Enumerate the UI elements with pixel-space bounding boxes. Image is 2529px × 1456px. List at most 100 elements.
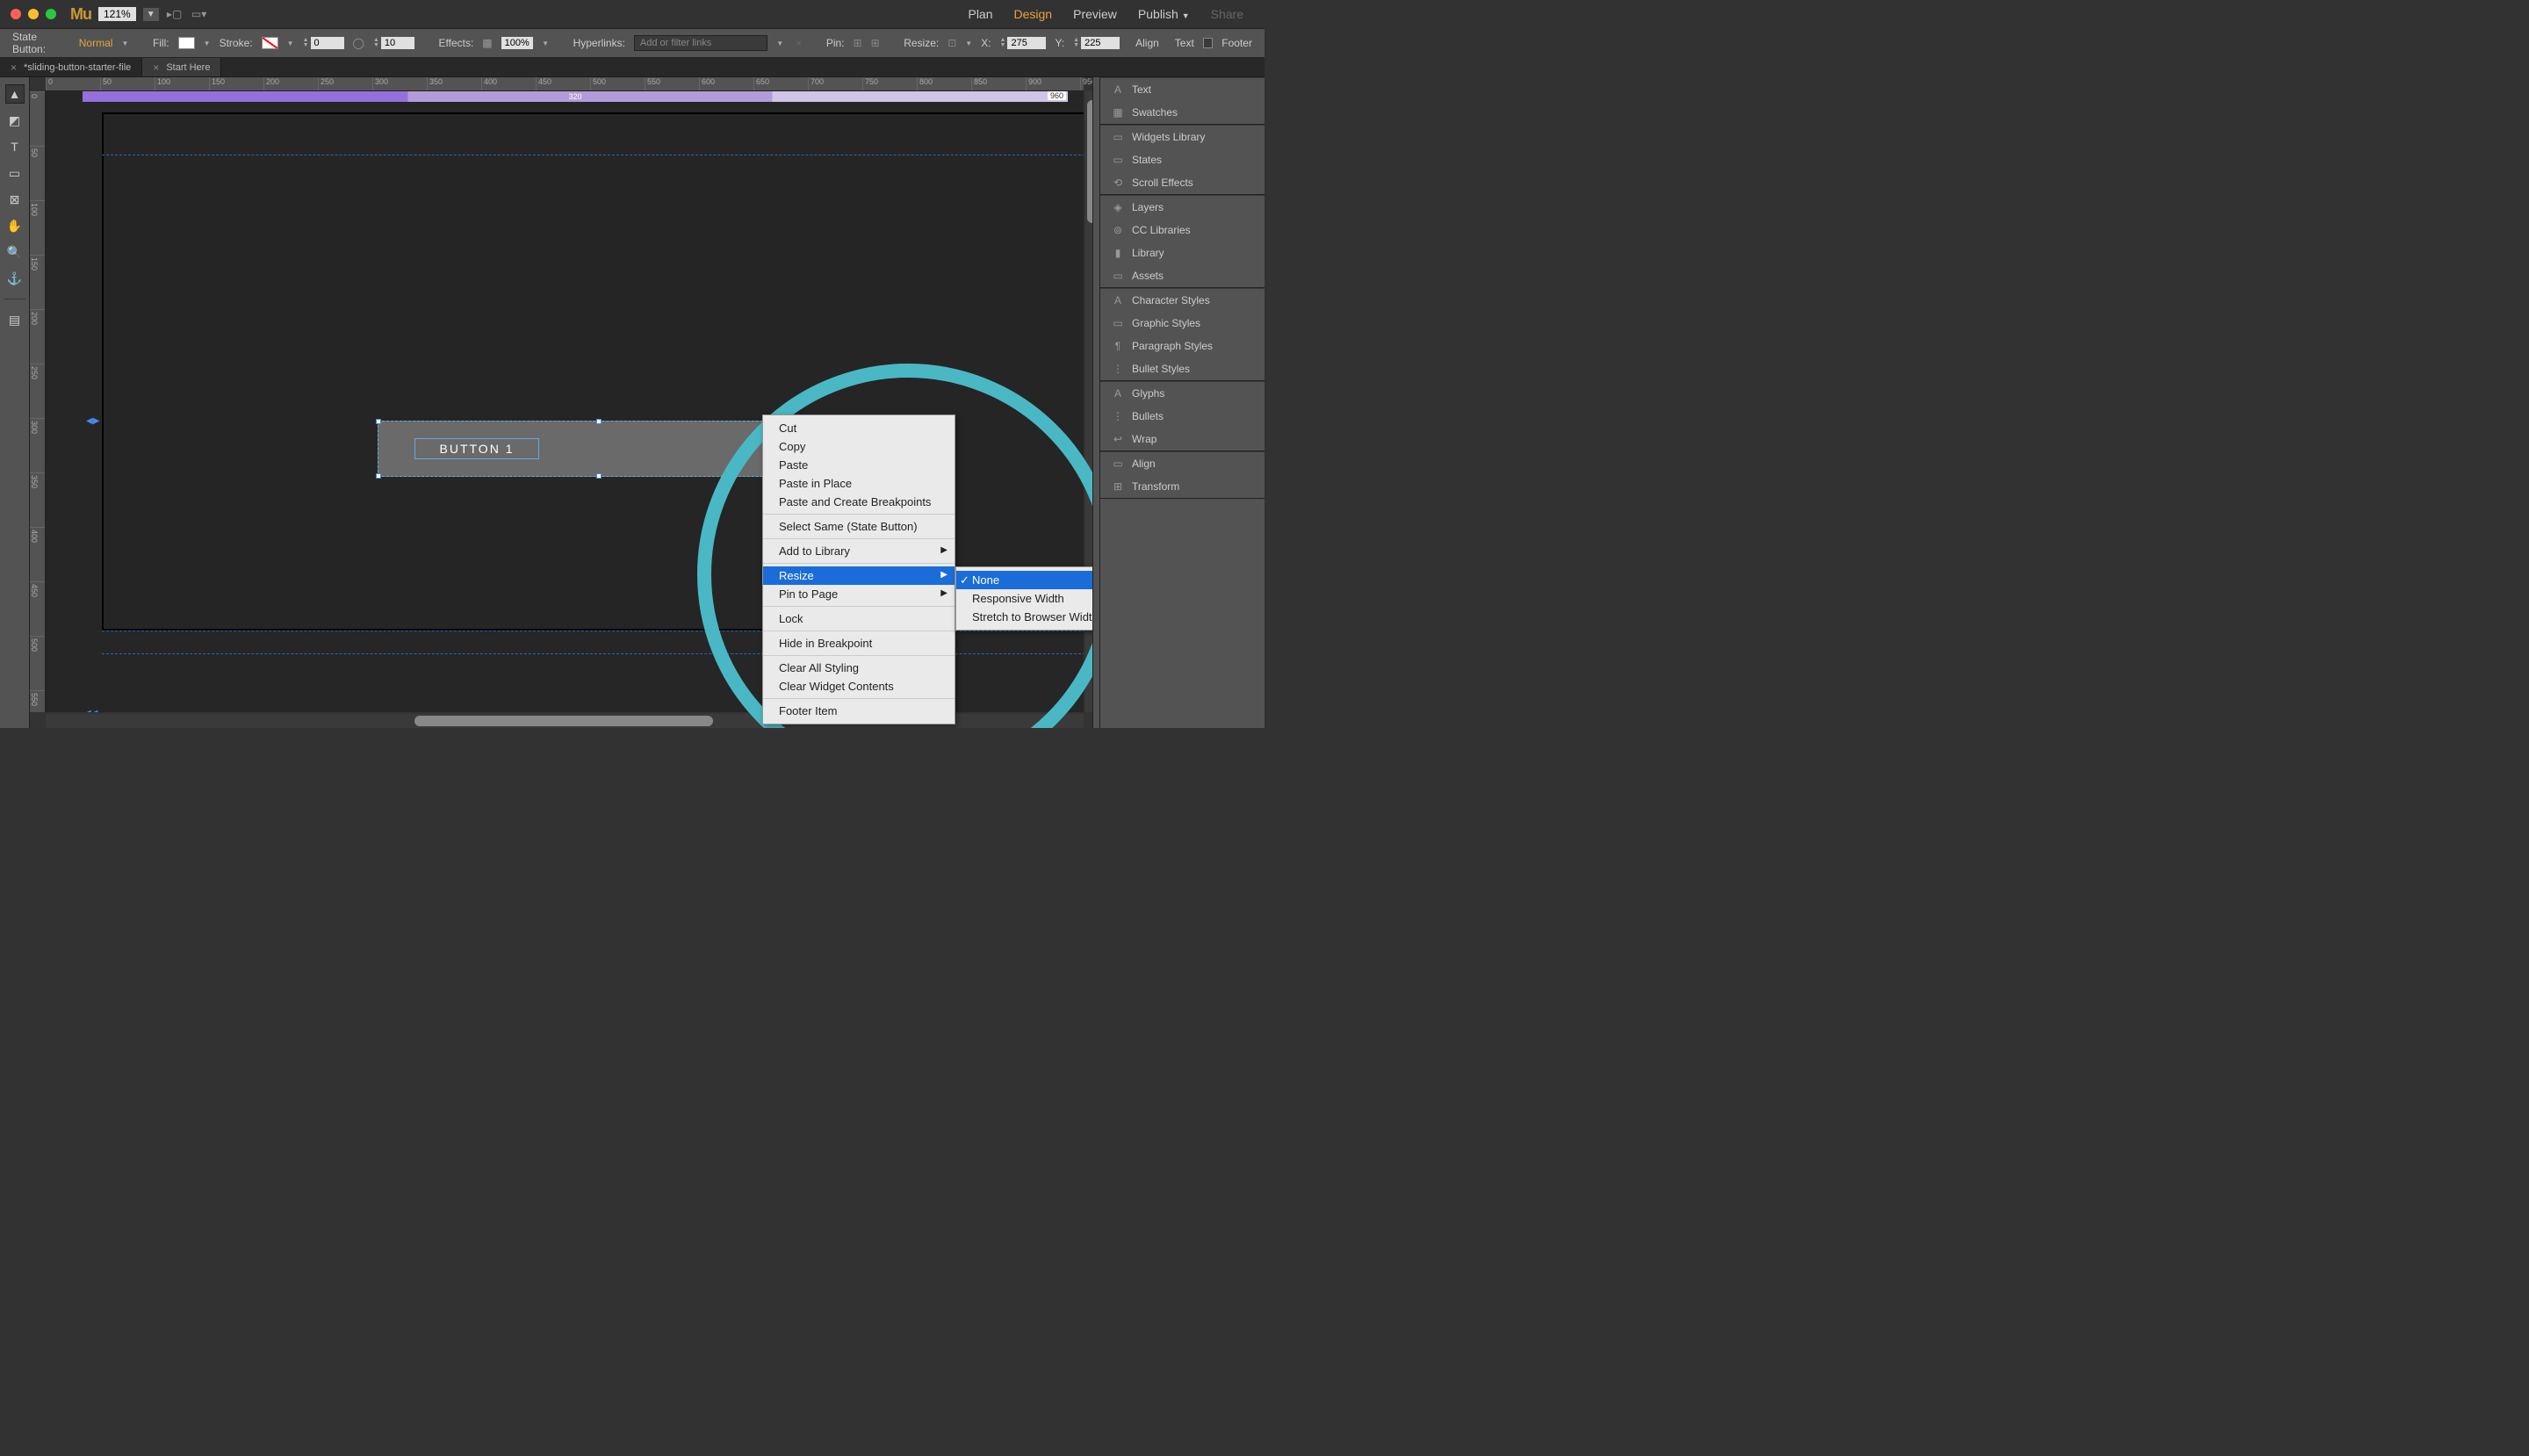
panel-assets[interactable]: ▭Assets: [1100, 264, 1264, 287]
text-tool[interactable]: T: [5, 137, 25, 156]
panel-divider[interactable]: [1092, 77, 1099, 728]
resize-icon[interactable]: ⊡: [947, 37, 956, 49]
nav-preview[interactable]: Preview: [1073, 7, 1117, 21]
state-button-value[interactable]: Normal: [79, 37, 113, 49]
zoom-dropdown[interactable]: ▼: [143, 8, 159, 21]
resize-opt-none[interactable]: None✓: [956, 571, 1099, 589]
frame-tool[interactable]: ⊠: [5, 190, 25, 209]
panel-layers[interactable]: ◈Layers: [1100, 196, 1264, 219]
ctx-pin-to-page[interactable]: Pin to Page▶: [763, 585, 955, 603]
panel-align[interactable]: ▭Align: [1100, 452, 1264, 475]
close-tab-icon[interactable]: ×: [153, 61, 159, 74]
maximize-window[interactable]: [46, 9, 56, 19]
hand-tool[interactable]: ✋: [5, 216, 25, 235]
close-window[interactable]: [11, 9, 21, 19]
panel-graphic-styles[interactable]: ▭Graphic Styles: [1100, 312, 1264, 335]
panel-wrap[interactable]: ↩Wrap: [1100, 428, 1264, 450]
nav-design[interactable]: Design: [1014, 7, 1053, 21]
close-tab-icon[interactable]: ×: [11, 61, 17, 74]
panel-states[interactable]: ▭States: [1100, 148, 1264, 171]
x-field[interactable]: ▲▼275: [1000, 37, 1047, 49]
fill-dropdown[interactable]: ▼: [204, 40, 211, 47]
ctx-copy[interactable]: Copy: [763, 437, 955, 456]
ctx-hide-in-breakpoint[interactable]: Hide in Breakpoint: [763, 634, 955, 652]
panel-label: Bullets: [1132, 410, 1164, 422]
opacity-dropdown[interactable]: ▼: [542, 40, 549, 47]
ctx-add-to-library[interactable]: Add to Library▶: [763, 542, 955, 560]
new-page-icon[interactable]: ▸▢: [166, 6, 184, 22]
panel-cc-libraries[interactable]: ⊚CC Libraries: [1100, 219, 1264, 241]
resize-opt-responsive-width[interactable]: Responsive Width: [956, 589, 1099, 608]
nav-plan[interactable]: Plan: [968, 7, 992, 21]
panel-bullet-styles[interactable]: ⋮Bullet Styles: [1100, 357, 1264, 380]
ctx-paste[interactable]: Paste: [763, 456, 955, 474]
pin-label: Pin:: [826, 37, 845, 49]
selection-tool[interactable]: ▲: [5, 84, 25, 104]
panel-widgets-library[interactable]: ▭Widgets Library: [1100, 126, 1264, 148]
resize-opt-stretch-to-browser-width[interactable]: Stretch to Browser Width: [956, 608, 1099, 626]
corner-radius[interactable]: ▲▼10: [373, 37, 414, 49]
anchor-tool[interactable]: ⚓: [5, 269, 25, 288]
footer-checkbox[interactable]: [1203, 38, 1213, 48]
panel-icon: ↩: [1111, 433, 1125, 445]
fill-swatch[interactable]: [178, 37, 195, 49]
minimize-window[interactable]: [28, 9, 39, 19]
breakpoint-badge[interactable]: 960: [1048, 91, 1066, 100]
format-tool[interactable]: ▤: [5, 310, 25, 329]
ctx-paste-in-place[interactable]: Paste in Place: [763, 474, 955, 493]
panel-scroll-effects[interactable]: ⟲Scroll Effects: [1100, 171, 1264, 194]
document-tabs: ×*sliding-button-starter-file ×Start Her…: [0, 58, 1264, 77]
ctx-clear-all-styling[interactable]: Clear All Styling: [763, 659, 955, 677]
panel-label: Paragraph Styles: [1132, 340, 1213, 352]
state-dropdown[interactable]: ▼: [121, 40, 128, 47]
ctx-resize[interactable]: Resize▶: [763, 566, 955, 585]
hyper-dropdown[interactable]: ▼: [776, 40, 783, 47]
panel-bullets[interactable]: ⋮Bullets: [1100, 405, 1264, 428]
zoom-tool[interactable]: 🔍: [5, 242, 25, 262]
nav-bar: Plan Design Preview Publish ▼ Share: [968, 7, 1254, 21]
crop-tool[interactable]: ◩: [5, 111, 25, 130]
corner-icon[interactable]: ◯: [353, 37, 364, 49]
panel-swatches[interactable]: ▦Swatches: [1100, 101, 1264, 124]
panel-icon: ◈: [1111, 201, 1125, 213]
nav-publish[interactable]: Publish ▼: [1138, 7, 1190, 21]
opacity-field[interactable]: 100%: [501, 37, 533, 49]
ctx-clear-widget-contents[interactable]: Clear Widget Contents: [763, 677, 955, 696]
panel-character-styles[interactable]: ACharacter Styles: [1100, 289, 1264, 312]
canvas-area: 0501001502002503003504004505005506006507…: [30, 77, 1099, 728]
panel-glyphs[interactable]: AGlyphs: [1100, 382, 1264, 405]
text-panel-link[interactable]: Text: [1175, 37, 1194, 49]
panel-icon: A: [1111, 294, 1125, 306]
ctx-cut[interactable]: Cut: [763, 419, 955, 437]
stroke-dropdown[interactable]: ▼: [287, 40, 294, 47]
ctx-footer-item[interactable]: Footer Item: [763, 702, 955, 720]
stroke-width[interactable]: ▲▼0: [303, 37, 344, 49]
panel-library[interactable]: ▮Library: [1100, 241, 1264, 264]
panel-transform[interactable]: ⊞Transform: [1100, 475, 1264, 498]
pin-grid-2[interactable]: ⊞: [871, 37, 880, 49]
hyperlinks-field[interactable]: Add or filter links: [634, 35, 767, 51]
y-label: Y:: [1055, 37, 1064, 49]
zoom-value[interactable]: 121%: [98, 7, 136, 21]
panel-label: Bullet Styles: [1132, 363, 1190, 375]
button-text-frame[interactable]: BUTTON 1: [414, 438, 539, 459]
hyper-clear[interactable]: ×: [796, 37, 802, 49]
tab-starter-file[interactable]: ×*sliding-button-starter-file: [0, 58, 142, 76]
align-panel-link[interactable]: Align: [1135, 37, 1159, 49]
state-button-label: State Button:: [12, 31, 70, 55]
effects-icon[interactable]: ▩: [482, 37, 492, 49]
panel-paragraph-styles[interactable]: ¶Paragraph Styles: [1100, 335, 1264, 357]
rectangle-tool[interactable]: ▭: [5, 163, 25, 183]
ctx-lock[interactable]: Lock: [763, 609, 955, 628]
nav-share[interactable]: Share: [1211, 7, 1243, 21]
panel-text[interactable]: AText: [1100, 78, 1264, 101]
y-field[interactable]: ▲▼225: [1073, 37, 1120, 49]
ctx-select-same-state-button-[interactable]: Select Same (State Button): [763, 517, 955, 536]
resize-dropdown[interactable]: ▼: [965, 40, 972, 47]
view-options-icon[interactable]: ▭▾: [191, 6, 208, 22]
breakpoint-bar[interactable]: 320 960: [83, 91, 1068, 102]
tab-start-here[interactable]: ×Start Here: [142, 58, 221, 76]
ctx-paste-and-create-breakpoints[interactable]: Paste and Create Breakpoints: [763, 493, 955, 511]
stroke-swatch[interactable]: [262, 37, 278, 49]
pin-grid-1[interactable]: ⊞: [854, 37, 862, 49]
